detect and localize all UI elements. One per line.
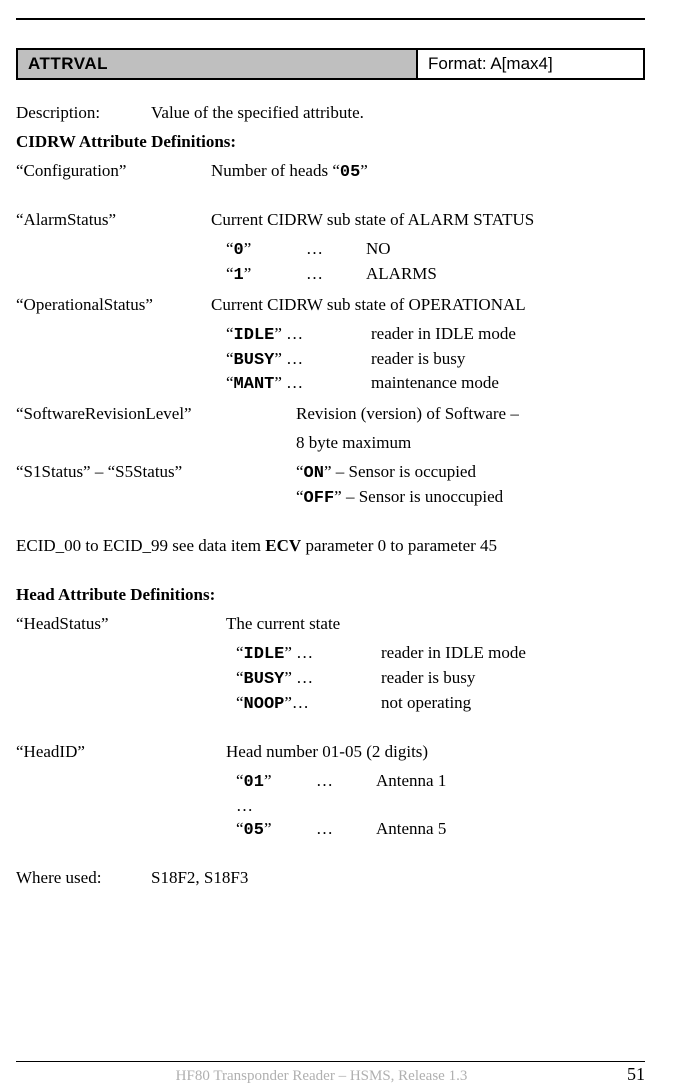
- cidrw-heading: CIDRW Attribute Definitions:: [16, 131, 645, 154]
- attr-softwarerevision-line2: 8 byte maximum: [296, 432, 645, 455]
- value-code: OFF: [304, 489, 335, 508]
- value-dots: …: [286, 324, 303, 343]
- value-text: reader in IDLE mode: [371, 323, 645, 348]
- alarmstatus-values: “0” … NO “1” … ALARMS: [226, 238, 645, 288]
- value-text: – Sensor is unoccupied: [342, 487, 503, 506]
- headid-values: “01” … Antenna 1 … “05” … Antenna 5: [236, 770, 645, 843]
- attr-sstatus-row: “OFF” – Sensor is unoccupied: [296, 486, 645, 511]
- value-code: BUSY: [244, 670, 285, 689]
- value-code: NOOP: [244, 695, 285, 714]
- ecid-bold: ECV: [265, 536, 301, 555]
- value-text: reader is busy: [371, 348, 645, 373]
- where-used-label: Where used:: [16, 867, 151, 890]
- table-row: “1” … ALARMS: [226, 263, 645, 288]
- table-row: “IDLE” … reader in IDLE mode: [236, 642, 645, 667]
- table-row: “IDLE” … reader in IDLE mode: [226, 323, 645, 348]
- footer-center-text: HF80 Transponder Reader – HSMS, Release …: [16, 1068, 627, 1085]
- where-used-text: S18F2, S18F3: [151, 867, 645, 890]
- head-attributes-heading: Head Attribute Definitions:: [16, 584, 645, 607]
- value-text: reader in IDLE mode: [381, 642, 645, 667]
- value-text: ALARMS: [366, 263, 645, 288]
- value-text: reader is busy: [381, 667, 645, 692]
- value-dots: …: [316, 818, 376, 843]
- value-dots: …: [306, 263, 366, 288]
- value-code: MANT: [234, 375, 275, 394]
- attr-operationalstatus-desc: Current CIDRW sub state of OPERATIONAL: [211, 294, 645, 317]
- headstatus-values: “IDLE” … reader in IDLE mode “BUSY” … re…: [236, 642, 645, 717]
- attr-configuration-name: “Configuration”: [16, 160, 211, 185]
- config-desc-code: 05: [340, 163, 360, 182]
- attr-configuration-desc: Number of heads “05”: [211, 160, 645, 185]
- ecid-note: ECID_00 to ECID_99 see data item ECV par…: [16, 535, 645, 558]
- attr-alarmstatus-desc: Current CIDRW sub state of ALARM STATUS: [211, 209, 645, 232]
- operationalstatus-values: “IDLE” … reader in IDLE mode “BUSY” … re…: [226, 323, 645, 398]
- value-code-plain: …: [236, 795, 316, 818]
- config-desc-post: ”: [360, 161, 368, 180]
- value-dots: …: [286, 349, 303, 368]
- table-row: “05” … Antenna 5: [236, 818, 645, 843]
- value-code: 0: [234, 241, 244, 260]
- table-row: …: [236, 795, 645, 818]
- value-text: Antenna 5: [376, 818, 645, 843]
- value-dots: …: [316, 770, 376, 795]
- value-text: – Sensor is occupied: [332, 462, 476, 481]
- attr-sstatus-name: “S1Status” – “S5Status”: [16, 461, 296, 486]
- table-row: “MANT” … maintenance mode: [226, 372, 645, 397]
- table-row: “BUSY” … reader is busy: [236, 667, 645, 692]
- ecid-post: parameter 0 to parameter 45: [301, 536, 497, 555]
- value-code: 05: [244, 821, 264, 840]
- value-code: ON: [304, 464, 324, 483]
- value-text: maintenance mode: [371, 372, 645, 397]
- attr-softwarerevision-name: “SoftwareRevisionLevel”: [16, 403, 296, 426]
- attr-softwarerevision-line1: Revision (version) of Software –: [296, 403, 645, 426]
- attr-headid-desc: Head number 01-05 (2 digits): [226, 741, 645, 764]
- table-row: “0” … NO: [226, 238, 645, 263]
- footer-page-number: 51: [627, 1064, 645, 1085]
- attr-alarmstatus-name: “AlarmStatus”: [16, 209, 211, 232]
- attr-headstatus-desc: The current state: [226, 613, 645, 636]
- description-label: Description:: [16, 102, 151, 125]
- value-code: IDLE: [244, 645, 285, 664]
- attr-headstatus-name: “HeadStatus”: [16, 613, 226, 636]
- table-row: “01” … Antenna 1: [236, 770, 645, 795]
- attr-sstatus-row: “ON” – Sensor is occupied: [296, 461, 645, 486]
- value-code: 1: [234, 266, 244, 285]
- page-footer: HF80 Transponder Reader – HSMS, Release …: [16, 1061, 645, 1085]
- header-format: Format: A[max4]: [418, 50, 643, 78]
- attr-headid-name: “HeadID”: [16, 741, 226, 764]
- description-text: Value of the specified attribute.: [151, 102, 645, 125]
- table-row: “BUSY” … reader is busy: [226, 348, 645, 373]
- value-dots: …: [296, 643, 313, 662]
- value-dots: …: [296, 668, 313, 687]
- value-text: Antenna 1: [376, 770, 645, 795]
- config-desc-pre: Number of heads “: [211, 161, 340, 180]
- value-code: BUSY: [234, 351, 275, 370]
- value-text: NO: [366, 238, 645, 263]
- value-text: not operating: [381, 692, 645, 717]
- value-dots: …: [306, 238, 366, 263]
- header-box: ATTRVAL Format: A[max4]: [16, 48, 645, 80]
- footer-rule: [16, 1061, 645, 1062]
- value-dots: …: [292, 693, 309, 712]
- table-row: “NOOP”… not operating: [236, 692, 645, 717]
- value-code: 01: [244, 773, 264, 792]
- value-code: IDLE: [234, 326, 275, 345]
- value-dots: …: [286, 373, 303, 392]
- ecid-pre: ECID_00 to ECID_99 see data item: [16, 536, 265, 555]
- attr-operationalstatus-name: “OperationalStatus”: [16, 294, 211, 317]
- top-horizontal-rule: [16, 18, 645, 20]
- header-title: ATTRVAL: [18, 50, 418, 78]
